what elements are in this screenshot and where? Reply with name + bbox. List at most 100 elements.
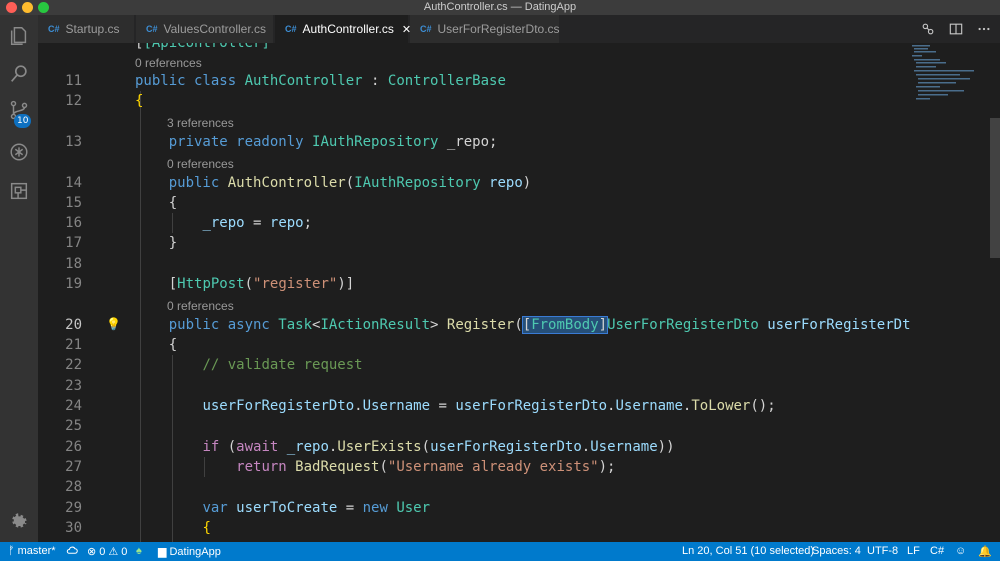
split-editor-icon[interactable]	[948, 21, 964, 37]
code-line: 18	[38, 254, 910, 274]
line-ending[interactable]: LF	[907, 545, 920, 557]
line-number: 26	[65, 439, 82, 455]
code-line: 14 public AuthController(IAuthRepository…	[38, 173, 910, 193]
code-lens-references[interactable]: 0 references	[135, 55, 202, 71]
line-number: 23	[65, 378, 82, 394]
tab-label: Startup.cs	[65, 22, 120, 36]
code-text: public async Task<IActionResult> Registe…	[168, 316, 910, 334]
code-line: 28	[38, 477, 910, 497]
line-number: 28	[65, 479, 82, 495]
code-text: {	[202, 520, 211, 536]
encoding[interactable]: UTF-8	[867, 545, 898, 557]
csharp-icon: C#	[48, 24, 60, 34]
tab-bar: C# Startup.cs C# ValuesController.cs C# …	[38, 15, 1000, 43]
cursor-position[interactable]: Ln 20, Col 51 (10 selected)	[682, 545, 814, 557]
problems-indicator[interactable]: ⊗ 0 ⚠ 0	[87, 545, 128, 559]
tab-auth-controller[interactable]: C# AuthController.cs ✕	[275, 15, 411, 43]
lightbulb-icon[interactable]: 💡	[106, 317, 121, 331]
code-lens-references[interactable]: 3 references	[167, 115, 234, 131]
line-number: 15	[65, 195, 82, 211]
gear-icon[interactable]	[7, 510, 31, 534]
code-line-current: 20 💡 public async Task<IActionResult> Re…	[38, 315, 910, 335]
code-line: 24 userForRegisterDto.Username = userFor…	[38, 396, 910, 416]
line-number: 19	[65, 276, 82, 292]
source-control-badge: 10	[14, 114, 32, 128]
tab-label: ValuesController.cs	[163, 22, 267, 36]
line-number: 25	[65, 418, 82, 434]
line-number: 24	[65, 398, 82, 414]
project-selector[interactable]: ▆ DatingApp	[158, 545, 221, 559]
sync-button[interactable]	[66, 545, 78, 557]
debug-icon[interactable]	[7, 140, 31, 164]
code-line: 30 {	[38, 518, 910, 538]
line-number: 11	[65, 73, 82, 89]
line-number: 13	[65, 134, 82, 150]
code-line: 26 if (await _repo.UserExists(userForReg…	[38, 437, 910, 457]
cloud-sync-icon	[66, 546, 78, 554]
line-number: 17	[65, 235, 82, 251]
code-editor[interactable]: [[ApiController] 0 references 11 public …	[38, 43, 910, 542]
code-text: public class AuthController : Controller…	[135, 73, 506, 89]
search-icon[interactable]	[7, 62, 31, 86]
branch-name: master*	[17, 545, 56, 557]
editor-actions	[920, 21, 992, 37]
line-number: 20	[65, 317, 82, 333]
language-mode[interactable]: C#	[930, 545, 944, 557]
code-line: 19 [HttpPost("register")]	[38, 274, 910, 294]
tab-label: AuthController.cs	[302, 22, 394, 36]
code-line: 13 private readonly IAuthRepository _rep…	[38, 132, 910, 152]
vertical-scrollbar[interactable]	[990, 43, 1000, 542]
line-number: 14	[65, 175, 82, 191]
warning-icon: ⚠	[108, 546, 119, 558]
line-number: 12	[65, 93, 82, 109]
error-count: 0	[99, 545, 106, 558]
open-changes-icon[interactable]	[920, 21, 936, 37]
code-line: 21 {	[38, 335, 910, 355]
window-title: AuthController.cs — DatingApp	[423, 1, 577, 13]
code-line: 25	[38, 416, 910, 436]
code-text: return BadRequest("Username already exis…	[236, 459, 616, 475]
git-branch[interactable]: ᚠ master*	[8, 545, 56, 557]
tab-user-for-register-dto[interactable]: C# UserForRegisterDto.cs	[410, 15, 560, 43]
code-lens-references[interactable]: 0 references	[167, 298, 234, 314]
code-text: private readonly IAuthRepository _repo;	[168, 134, 498, 150]
feedback-icon[interactable]: ☺	[955, 545, 966, 557]
tab-label: UserForRegisterDto.cs	[437, 22, 560, 36]
scrollbar-thumb[interactable]	[990, 118, 1000, 258]
more-actions-icon[interactable]	[976, 21, 992, 37]
tab-values-controller[interactable]: C# ValuesController.cs	[136, 15, 274, 43]
tab-startup[interactable]: C# Startup.cs	[38, 15, 135, 43]
code-text: _repo = repo;	[202, 215, 313, 231]
omnisharp-status[interactable]: ♠	[136, 545, 142, 557]
code-text: if (await _repo.UserExists(userForRegist…	[202, 439, 675, 455]
notifications-icon[interactable]: 🔔	[978, 545, 992, 558]
code-text: [HttpPost("register")]	[168, 276, 355, 292]
code-line: 22 // validate request	[38, 355, 910, 375]
code-text: {	[168, 337, 178, 353]
code-line-partial: [[ApiController]	[38, 43, 910, 53]
code-line: 12 {	[38, 91, 910, 111]
line-number: 21	[65, 337, 82, 353]
code-text: }	[168, 235, 178, 251]
minimap[interactable]	[910, 43, 990, 542]
code-lens-references[interactable]: 0 references	[167, 156, 234, 172]
status-bar: ᚠ master* ⊗ 0 ⚠ 0 ♠ ▆ DatingApp Ln 20, C…	[0, 542, 1000, 561]
indentation[interactable]: Spaces: 4	[812, 545, 861, 557]
line-number: 16	[65, 215, 82, 231]
code-line: 17 }	[38, 233, 910, 253]
line-number: 18	[65, 256, 82, 272]
code-line: 16 _repo = repo;	[38, 213, 910, 233]
explorer-icon[interactable]	[7, 24, 31, 48]
extensions-icon[interactable]	[7, 179, 31, 203]
code-line: 27 return BadRequest("Username already e…	[38, 457, 910, 477]
code-line: 23	[38, 376, 910, 396]
title-bar: AuthController.cs — DatingApp	[0, 0, 1000, 15]
code-text: {	[168, 195, 178, 211]
code-text: [[ApiController]	[135, 43, 270, 51]
csharp-icon: C#	[146, 24, 158, 34]
project-name: DatingApp	[169, 545, 221, 558]
warning-count: 0	[121, 545, 128, 558]
branch-icon: ᚠ	[8, 545, 15, 557]
activity-bar: 10	[0, 15, 38, 542]
code-line: 29 var userToCreate = new User	[38, 498, 910, 518]
